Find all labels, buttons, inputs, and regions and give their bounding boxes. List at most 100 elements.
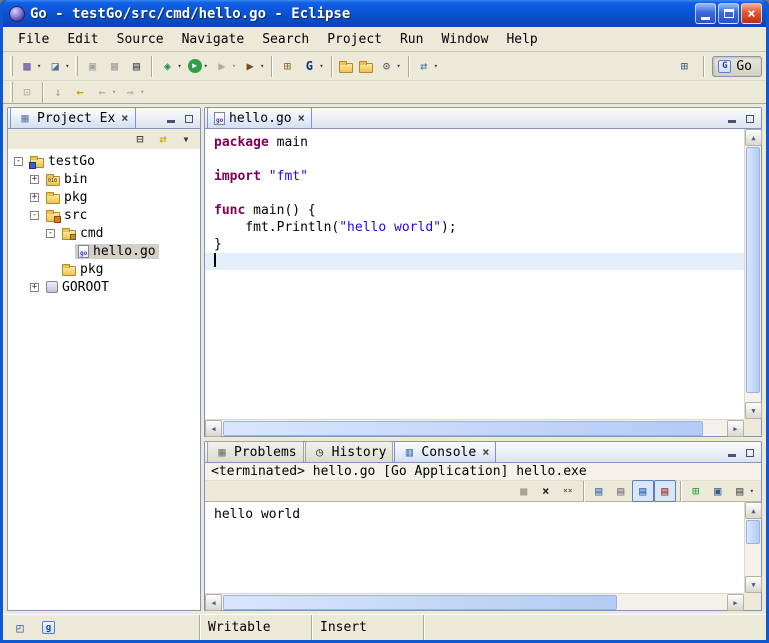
console-horizontal-scrollbar[interactable]: ◀ ▶: [205, 593, 744, 610]
go-shortcut-button[interactable]: g: [39, 617, 58, 639]
last-edit-location-button[interactable]: ←: [69, 81, 91, 103]
close-view-icon[interactable]: ×: [121, 111, 128, 125]
titlebar[interactable]: Go - testGo/src/cmd/hello.go - Eclipse ×: [3, 0, 766, 27]
fast-view-button[interactable]: ◰: [9, 617, 31, 639]
menu-item-source[interactable]: Source: [108, 30, 173, 49]
tree-item-bin[interactable]: +bin: [8, 170, 200, 188]
expand-toggle-icon[interactable]: +: [30, 175, 39, 184]
expand-toggle-icon[interactable]: +: [30, 283, 39, 292]
code-editor[interactable]: package main import "fmt" func main() { fm…: [205, 129, 744, 419]
collapse-toggle-icon[interactable]: -: [14, 157, 23, 166]
tree-item-goroot[interactable]: +GOROOT: [8, 278, 200, 296]
view-menu-button[interactable]: ▾: [175, 128, 197, 150]
minimize-view-button[interactable]: [164, 112, 178, 124]
tab-console[interactable]: ▥Console×: [394, 441, 496, 462]
menu-item-file[interactable]: File: [9, 30, 58, 49]
tree-item-cmd[interactable]: -cmd: [8, 224, 200, 242]
code-line[interactable]: package main: [205, 134, 744, 151]
console-vertical-scrollbar[interactable]: ▲ ▼: [744, 502, 761, 593]
menu-item-window[interactable]: Window: [432, 30, 497, 49]
scroll-thumb[interactable]: [223, 595, 617, 610]
link-with-editor-button[interactable]: ⇄: [152, 128, 174, 150]
clear-console-button[interactable]: ▤: [588, 480, 610, 502]
tree-item-pkg[interactable]: +pkg: [8, 188, 200, 206]
menu-item-project[interactable]: Project: [318, 30, 391, 49]
tab-problems[interactable]: ▦Problems: [207, 441, 304, 462]
editor-vertical-scrollbar[interactable]: ▲ ▼: [744, 129, 761, 419]
remove-launch-button[interactable]: ×: [535, 480, 557, 502]
close-tab-icon[interactable]: ×: [482, 445, 489, 459]
minimize-view-button[interactable]: [725, 446, 739, 458]
minimize-view-button[interactable]: [725, 112, 739, 124]
code-line[interactable]: fmt.Println("hello world");: [205, 219, 744, 236]
tree-item-hello-go[interactable]: hello.go: [8, 242, 200, 260]
show-stderr-when-changed-button[interactable]: ▤: [654, 480, 676, 502]
code-line[interactable]: [205, 185, 744, 202]
expand-toggle-icon[interactable]: +: [30, 193, 39, 202]
open-file-button[interactable]: [356, 55, 376, 77]
toolbar-drag-handle[interactable]: [75, 56, 78, 76]
code-line[interactable]: func main() {: [205, 202, 744, 219]
toolbar-drag-handle[interactable]: [10, 82, 13, 102]
menu-item-run[interactable]: Run: [391, 30, 432, 49]
code-line[interactable]: }: [205, 236, 744, 253]
editor-horizontal-scrollbar[interactable]: ◀ ▶: [205, 419, 744, 436]
scroll-track[interactable]: [222, 594, 727, 611]
remove-all-terminated-button[interactable]: ××: [557, 480, 579, 502]
scroll-track[interactable]: [222, 420, 727, 437]
scroll-left-button[interactable]: ◀: [205, 420, 222, 437]
scroll-down-button[interactable]: ▼: [745, 576, 762, 593]
open-resource-button[interactable]: [336, 55, 356, 77]
close-tab-icon[interactable]: ×: [298, 111, 305, 125]
debug-button[interactable]: ◈▾: [156, 55, 184, 77]
show-stdout-when-changed-button[interactable]: ▤: [632, 480, 654, 502]
scroll-track[interactable]: [745, 146, 761, 402]
print-button[interactable]: ▤: [125, 55, 147, 77]
tab-hello-go[interactable]: hello.go ×: [207, 107, 312, 128]
external-tools-button[interactable]: ▶▾: [239, 55, 267, 77]
collapse-all-button[interactable]: ⊟: [129, 128, 151, 150]
collapse-toggle-icon[interactable]: -: [30, 211, 39, 220]
new-go-package-button[interactable]: ⊞: [276, 55, 298, 77]
menu-item-navigate[interactable]: Navigate: [173, 30, 254, 49]
scroll-up-button[interactable]: ▲: [745, 502, 762, 519]
scroll-track[interactable]: [745, 519, 761, 576]
toolbar-drag-handle[interactable]: [10, 56, 13, 76]
scroll-thumb[interactable]: [746, 520, 760, 544]
maximize-view-button[interactable]: [743, 446, 757, 458]
maximize-view-button[interactable]: [743, 112, 757, 124]
scroll-thumb[interactable]: [223, 421, 703, 436]
collapse-toggle-icon[interactable]: -: [46, 229, 55, 238]
scroll-right-button[interactable]: ▶: [727, 420, 744, 437]
minimize-button[interactable]: [695, 3, 716, 24]
display-selected-console-button[interactable]: ▣: [707, 480, 729, 502]
code-line[interactable]: [205, 253, 744, 270]
new-wizard-button[interactable]: ▩▾: [16, 55, 44, 77]
console-view-menu-button[interactable]: ▤▾: [729, 480, 757, 502]
scroll-thumb[interactable]: [746, 147, 760, 393]
open-go-type-button[interactable]: G▾: [298, 55, 326, 77]
tree-item-pkg[interactable]: pkg: [8, 260, 200, 278]
open-console-button[interactable]: ⊞: [685, 480, 707, 502]
close-button[interactable]: ×: [741, 3, 762, 24]
go-perspective-button[interactable]: G Go: [712, 56, 762, 77]
menu-item-search[interactable]: Search: [253, 30, 318, 49]
team-sync-button[interactable]: ⇄▾: [413, 55, 441, 77]
maximize-view-button[interactable]: [182, 112, 196, 124]
run-button[interactable]: ▶▾: [185, 55, 211, 77]
console-output[interactable]: hello world: [205, 502, 744, 593]
maximize-button[interactable]: [718, 3, 739, 24]
menu-item-edit[interactable]: Edit: [58, 30, 107, 49]
tree-item-src[interactable]: -src: [8, 206, 200, 224]
search-button[interactable]: ⊙▾: [376, 55, 404, 77]
tree-item-testgo[interactable]: -testGo: [8, 152, 200, 170]
scroll-left-button[interactable]: ◀: [205, 594, 222, 611]
menu-item-help[interactable]: Help: [497, 30, 546, 49]
code-line[interactable]: import "fmt": [205, 168, 744, 185]
scroll-right-button[interactable]: ▶: [727, 594, 744, 611]
new-go-element-button[interactable]: ◪▾: [44, 55, 72, 77]
open-perspective-button[interactable]: ⊞: [673, 55, 695, 77]
tab-history[interactable]: ◷History: [305, 441, 394, 462]
scroll-lock-button[interactable]: ▤: [610, 480, 632, 502]
tab-project-explorer[interactable]: ▦ Project Ex ×: [10, 107, 136, 128]
